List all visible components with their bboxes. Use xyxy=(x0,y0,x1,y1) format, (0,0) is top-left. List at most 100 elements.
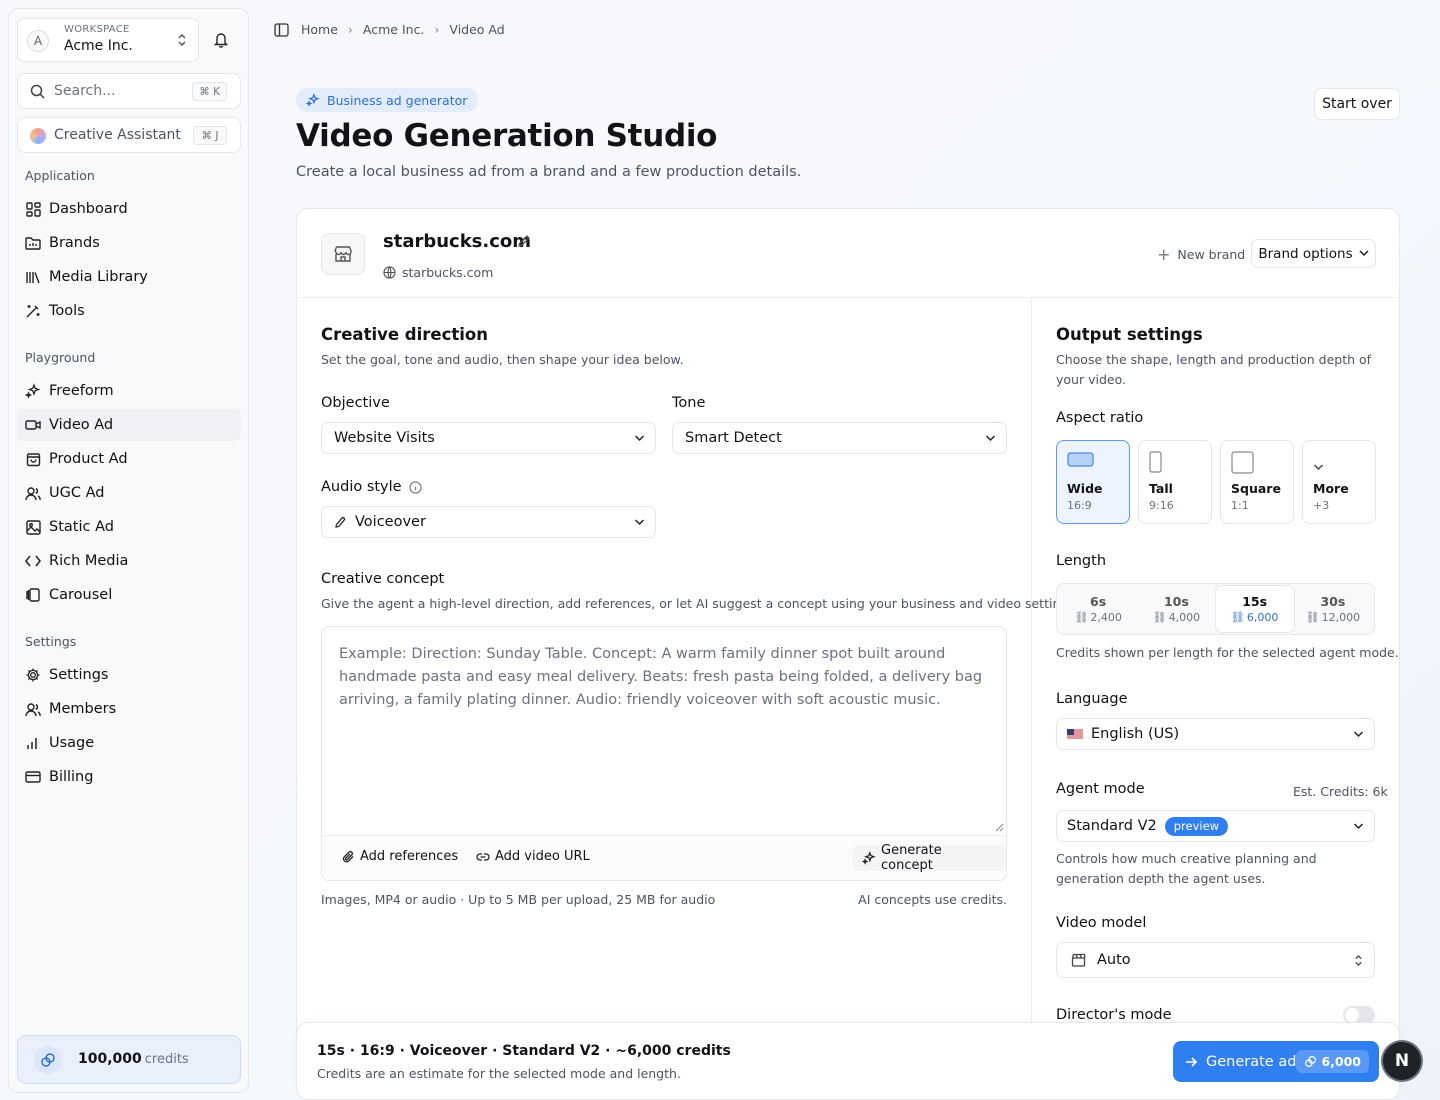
brand-url-text: starbucks.com xyxy=(402,265,494,280)
objective-value: Website Visits xyxy=(334,430,435,446)
aspect-ratio-value: 16:9 xyxy=(1067,499,1092,512)
search-box[interactable]: Search... ⌘ K xyxy=(17,73,241,109)
objective-label: Objective xyxy=(321,395,390,411)
generate-ad-label: Generate ad xyxy=(1206,1053,1297,1070)
new-brand-button[interactable]: + New brand xyxy=(1157,245,1245,264)
coin-icon: ⛓ xyxy=(1152,611,1167,624)
aspect-name: Wide xyxy=(1067,481,1103,496)
sidebar-item-video-ad[interactable]: Video Ad xyxy=(17,409,241,441)
length-duration: 15s xyxy=(1242,594,1268,609)
generate-ad-button[interactable]: Generate ad 6,000 xyxy=(1173,1041,1379,1082)
sidebar-item-label: Brands xyxy=(49,235,100,251)
workspace-switcher[interactable]: A WORKSPACE Acme Inc. xyxy=(17,18,199,62)
video-model-text: Auto xyxy=(1097,952,1131,968)
sidebar-item-static-ad[interactable]: Static Ad xyxy=(17,511,241,543)
aspect-ratio-value: 9:16 xyxy=(1149,499,1174,512)
length-10s[interactable]: 10s ⛓ 4,000 xyxy=(1137,586,1215,632)
agent-mode-select[interactable]: Standard V2 preview xyxy=(1056,810,1375,842)
brand-options-button[interactable]: Brand options xyxy=(1251,239,1376,268)
length-15s[interactable]: 15s ⛓ 6,000 xyxy=(1215,586,1294,632)
agent-mode-label: Agent mode xyxy=(1056,781,1145,797)
sidebar-item-carousel[interactable]: Carousel xyxy=(17,579,241,611)
sidebar-item-label: Usage xyxy=(49,735,95,751)
credits-amount: 100,000 credits xyxy=(78,1051,189,1067)
search-shortcut: ⌘ K xyxy=(192,82,227,101)
aspect-more[interactable]: More +3 xyxy=(1302,440,1376,524)
pencil-icon[interactable] xyxy=(517,234,531,252)
aspect-square[interactable]: Square 1:1 xyxy=(1220,440,1294,524)
sidebar-item-label: Video Ad xyxy=(49,417,114,433)
aspect-ratio-options: Wide 16:9 Tall 9:16 Square 1:1 More +3 xyxy=(1056,440,1376,524)
resize-handle-icon[interactable] xyxy=(995,823,1004,832)
generate-concept-button[interactable]: Generate concept xyxy=(853,843,1006,873)
aspect-ratio-value: +3 xyxy=(1313,499,1330,512)
coin-icon: ⛓ xyxy=(1074,611,1089,624)
length-duration: 30s xyxy=(1320,594,1346,609)
link-icon xyxy=(476,852,490,862)
clapperboard-icon xyxy=(1071,953,1086,967)
output-settings-title: Output settings xyxy=(1056,325,1203,344)
aspect-name: Tall xyxy=(1149,481,1173,496)
sidebar-item-dashboard[interactable]: Dashboard xyxy=(17,193,241,225)
sidebar-item-brands[interactable]: Brands xyxy=(17,227,241,259)
start-over-button[interactable]: Start over xyxy=(1314,88,1400,120)
creative-concept-desc: Give the agent a high-level direction, a… xyxy=(321,596,1079,611)
objective-select[interactable]: Website Visits xyxy=(321,422,656,454)
sidebar-toggle-icon[interactable] xyxy=(274,22,289,37)
language-select[interactable]: English (US) xyxy=(1056,718,1375,750)
breadcrumb: Home › Acme Inc. › Video Ad xyxy=(274,22,505,37)
sidebar-item-usage[interactable]: Usage xyxy=(17,727,241,759)
chevron-down-icon xyxy=(634,434,645,442)
length-30s[interactable]: 30s ⛓ 12,000 xyxy=(1294,586,1372,632)
sidebar-item-media-library[interactable]: Media Library xyxy=(17,261,241,293)
sidebar-item-freeform[interactable]: Freeform xyxy=(17,375,241,407)
agent-mode-value: Standard V2 preview xyxy=(1067,816,1353,836)
ai-credits-hint: AI concepts use credits. xyxy=(858,892,1007,907)
sidebar-item-tools[interactable]: Tools xyxy=(17,295,241,327)
audio-style-value: Voiceover xyxy=(334,514,634,530)
audio-style-select[interactable]: Voiceover xyxy=(321,506,656,538)
length-6s[interactable]: 6s ⛓ 2,400 xyxy=(1059,586,1137,632)
brand-name: starbucks.com xyxy=(383,231,532,252)
aspect-name: Square xyxy=(1231,481,1281,496)
section-playground: Playground xyxy=(25,350,96,365)
breadcrumb-home[interactable]: Home xyxy=(301,22,338,37)
concept-textarea[interactable]: Example: Direction: Sunday Table. Concep… xyxy=(321,626,1007,881)
sidebar-item-members[interactable]: Members xyxy=(17,693,241,725)
main-card: starbucks.com starbucks.com + New brand … xyxy=(296,208,1400,1100)
assistant-label: Creative Assistant xyxy=(54,127,181,143)
sidebar-item-rich-media[interactable]: Rich Media xyxy=(17,545,241,577)
creative-assistant-button[interactable]: Creative Assistant ⌘ J xyxy=(17,117,241,153)
workspace-name: Acme Inc. xyxy=(64,38,133,54)
bell-icon[interactable] xyxy=(213,31,229,52)
add-references-button[interactable]: Add references xyxy=(342,849,458,864)
chevron-down-icon xyxy=(1359,250,1369,257)
sidebar-item-ugc-ad[interactable]: UGC Ad xyxy=(17,477,241,509)
sidebar-item-settings[interactable]: Settings xyxy=(17,659,241,691)
aspect-wide[interactable]: Wide 16:9 xyxy=(1056,440,1130,524)
sidebar-item-product-ad[interactable]: Product Ad xyxy=(17,443,241,475)
section-application: Application xyxy=(25,168,95,183)
credits-balance[interactable]: 100,000 credits xyxy=(17,1035,241,1084)
aspect-tall[interactable]: Tall 9:16 xyxy=(1138,440,1212,524)
preview-badge: preview xyxy=(1164,816,1229,836)
creative-direction-desc: Set the goal, tone and audio, then shape… xyxy=(321,352,684,367)
n-logo-avatar[interactable]: N xyxy=(1383,1042,1421,1080)
video-model-select[interactable]: Auto xyxy=(1056,942,1375,978)
add-video-url-button[interactable]: Add video URL xyxy=(476,849,590,864)
sparkles-icon xyxy=(306,93,320,107)
creative-direction-title: Creative direction xyxy=(321,325,489,344)
info-icon[interactable] xyxy=(408,480,422,494)
sidebar-item-billing[interactable]: Billing xyxy=(17,761,241,793)
language-value: English (US) xyxy=(1067,726,1353,742)
bag-icon xyxy=(25,451,41,467)
sidebar-item-label: UGC Ad xyxy=(49,485,105,501)
breadcrumb-workspace[interactable]: Acme Inc. xyxy=(363,22,425,37)
output-settings-desc: Choose the shape, length and production … xyxy=(1056,352,1372,387)
sidebar-item-label: Rich Media xyxy=(49,553,129,569)
search-icon xyxy=(30,84,45,103)
section-settings: Settings xyxy=(25,634,77,649)
add-video-url-label: Add video URL xyxy=(495,849,590,864)
length-options: 6s ⛓ 2,400 10s ⛓ 4,000 15s ⛓ 6,000 30s ⛓ 12,… xyxy=(1056,583,1375,635)
tone-select[interactable]: Smart Detect xyxy=(672,422,1007,454)
